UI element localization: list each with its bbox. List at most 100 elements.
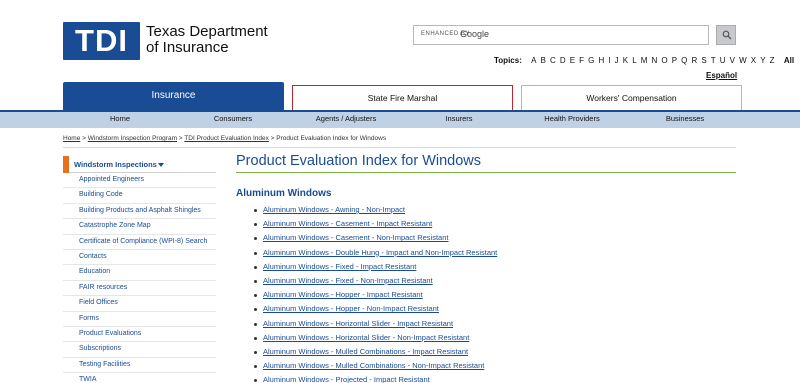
sidebar-item[interactable]: Building Code <box>63 188 216 204</box>
nav-item-health-providers[interactable]: Health Providers <box>544 114 599 123</box>
sidebar-item-label: Product Evaluations <box>79 330 142 337</box>
topics-letter-p[interactable]: P <box>672 56 677 65</box>
topics-letter-v[interactable]: V <box>730 56 735 65</box>
topics-letter-z[interactable]: Z <box>770 56 775 65</box>
topics-letter-j[interactable]: J <box>615 56 619 65</box>
topics-letter-q[interactable]: Q <box>681 56 687 65</box>
topics-letter-l[interactable]: L <box>632 56 636 65</box>
title-divider <box>236 172 736 173</box>
topics-az-index: Topics: ABCDEFGHIJKLMNOPQRSTUVWXYZ All <box>494 56 794 65</box>
window-product-link[interactable]: Aluminum Windows - Fixed - Impact Resist… <box>263 262 416 271</box>
window-product-link[interactable]: Aluminum Windows - Double Hung - Impact … <box>263 248 497 257</box>
sidebar-item[interactable]: Appointed Engineers <box>63 173 216 189</box>
site-header: TDI Texas Department of Insurance ENHANC… <box>0 0 800 110</box>
topics-letter-a[interactable]: A <box>531 56 536 65</box>
sidebar-item[interactable]: TWIA <box>63 373 216 383</box>
bullet-icon <box>254 209 257 212</box>
window-product-link[interactable]: Aluminum Windows - Mulled Combinations -… <box>263 361 484 370</box>
bullet-icon <box>254 265 257 269</box>
window-product-link[interactable]: Aluminum Windows - Horizontal Slider - I… <box>263 319 453 328</box>
logo-mark-text: TDI <box>75 23 128 58</box>
sidebar-item[interactable]: Product Evaluations <box>63 327 216 343</box>
sidebar-heading[interactable]: Windstorm Inspections <box>63 156 216 173</box>
topics-letter-i[interactable]: I <box>608 56 610 65</box>
topics-letter-h[interactable]: H <box>598 56 604 65</box>
topics-letter-s[interactable]: S <box>701 56 706 65</box>
topics-letter-u[interactable]: U <box>720 56 726 65</box>
main-nav: Home Consumers Agents / Adjusters Insure… <box>0 110 800 128</box>
bullet-icon <box>254 251 257 255</box>
section-title: Aluminum Windows <box>236 188 332 199</box>
bullet-icon <box>254 365 257 369</box>
topics-letter-b[interactable]: B <box>541 56 546 65</box>
search-button[interactable] <box>716 25 736 45</box>
topics-label: Topics: <box>494 56 522 65</box>
sidebar-item-label: Education <box>79 268 111 276</box>
nav-item-businesses[interactable]: Businesses <box>666 114 704 123</box>
topics-letter-n[interactable]: N <box>652 56 658 65</box>
tdi-logo[interactable]: TDI Texas Department of Insurance <box>63 22 278 60</box>
topics-letter-r[interactable]: R <box>691 56 697 65</box>
tab-workers-compensation[interactable]: Workers' Compensation <box>521 85 742 110</box>
window-product-link[interactable]: Aluminum Windows - Casement - Non-Impact… <box>263 233 448 242</box>
bullet-icon <box>254 308 257 312</box>
breadcrumb-separator: > <box>80 135 88 142</box>
page-title: Product Evaluation Index for Windows <box>236 153 482 169</box>
window-product-link[interactable]: Aluminum Windows - Casement - Impact Res… <box>263 219 432 228</box>
breadcrumb-home[interactable]: Home <box>63 135 80 142</box>
topics-all-link[interactable]: All <box>784 56 794 65</box>
window-product-link[interactable]: Aluminum Windows - Mulled Combinations -… <box>263 347 468 356</box>
sidebar-heading-label: Windstorm Inspections <box>74 160 157 169</box>
tab-state-fire-marshal[interactable]: State Fire Marshal <box>292 85 513 110</box>
sidebar-item[interactable]: Contacts <box>63 250 216 266</box>
topics-letter-y[interactable]: Y <box>760 56 765 65</box>
sidebar-item-label: Building Code <box>79 191 123 199</box>
topics-letter-k[interactable]: K <box>623 56 628 65</box>
window-product-link[interactable]: Aluminum Windows - Fixed - Non-Impact Re… <box>263 276 433 285</box>
nav-item-insurers[interactable]: Insurers <box>445 114 472 123</box>
sidebar-item-label: Certificate of Compliance (WPI-8) Search <box>79 237 208 245</box>
search-icon <box>722 30 732 40</box>
sidebar-item[interactable]: Education <box>63 265 216 281</box>
tab-insurance[interactable]: Insurance <box>63 82 284 110</box>
breadcrumb-windstorm[interactable]: Windstorm Inspection Program <box>88 135 177 142</box>
sidebar-item[interactable]: Catastrophe Zone Map <box>63 219 216 235</box>
nav-item-home[interactable]: Home <box>110 114 130 123</box>
window-product-link[interactable]: Aluminum Windows - Awning - Non-Impact <box>263 205 405 214</box>
sidebar-item[interactable]: Certificate of Compliance (WPI-8) Search <box>63 235 216 250</box>
topics-letter-f[interactable]: F <box>579 56 584 65</box>
sidebar-item[interactable]: Field Offices <box>63 296 216 312</box>
sidebar-accent-bar <box>63 156 69 173</box>
topics-letter-d[interactable]: D <box>560 56 566 65</box>
sidebar-item[interactable]: Forms <box>63 312 216 327</box>
sidebar-item[interactable]: Subscriptions <box>63 342 216 358</box>
topics-letter-x[interactable]: X <box>751 56 756 65</box>
bullet-icon <box>254 223 257 227</box>
nav-item-consumers[interactable]: Consumers <box>214 114 252 123</box>
topics-letter-e[interactable]: E <box>570 56 575 65</box>
search-input[interactable]: ENHANCED BY Google <box>413 25 709 45</box>
sidebar-item[interactable]: FAIR resources <box>63 281 216 297</box>
window-product-link[interactable]: Aluminum Windows - Projected - Impact Re… <box>263 375 430 383</box>
window-product-link[interactable]: Aluminum Windows - Hopper - Impact Resis… <box>263 290 423 299</box>
window-product-link[interactable]: Aluminum Windows - Horizontal Slider - N… <box>263 333 469 342</box>
sidebar-item-label: FAIR resources <box>79 283 128 291</box>
sidebar-item[interactable]: Testing Facilities <box>63 358 216 374</box>
sidebar-item[interactable]: Building Products and Asphalt Shingles <box>63 204 216 220</box>
breadcrumb-divider <box>63 147 736 148</box>
window-product-link[interactable]: Aluminum Windows - Hopper - Non-Impact R… <box>263 304 439 313</box>
topics-letter-m[interactable]: M <box>641 56 648 65</box>
breadcrumb-current: Product Evaluation Index for Windows <box>276 135 387 142</box>
topics-letter-c[interactable]: C <box>550 56 556 65</box>
topics-letter-w[interactable]: W <box>739 56 747 65</box>
espanol-link[interactable]: Español <box>706 71 737 80</box>
sidebar-item-label: Catastrophe Zone Map <box>79 222 151 230</box>
topics-letter-t[interactable]: T <box>711 56 716 65</box>
breadcrumb-tdi-index[interactable]: TDI Product Evaluation Index <box>184 135 269 142</box>
topics-letter-g[interactable]: G <box>588 56 594 65</box>
logo-line-2: of Insurance <box>146 39 229 56</box>
sidebar-item-label: Contacts <box>79 253 107 260</box>
topics-letter-o[interactable]: O <box>661 56 667 65</box>
sidebar-item-label: Testing Facilities <box>79 360 131 368</box>
nav-item-agents-adjusters[interactable]: Agents / Adjusters <box>316 114 376 123</box>
